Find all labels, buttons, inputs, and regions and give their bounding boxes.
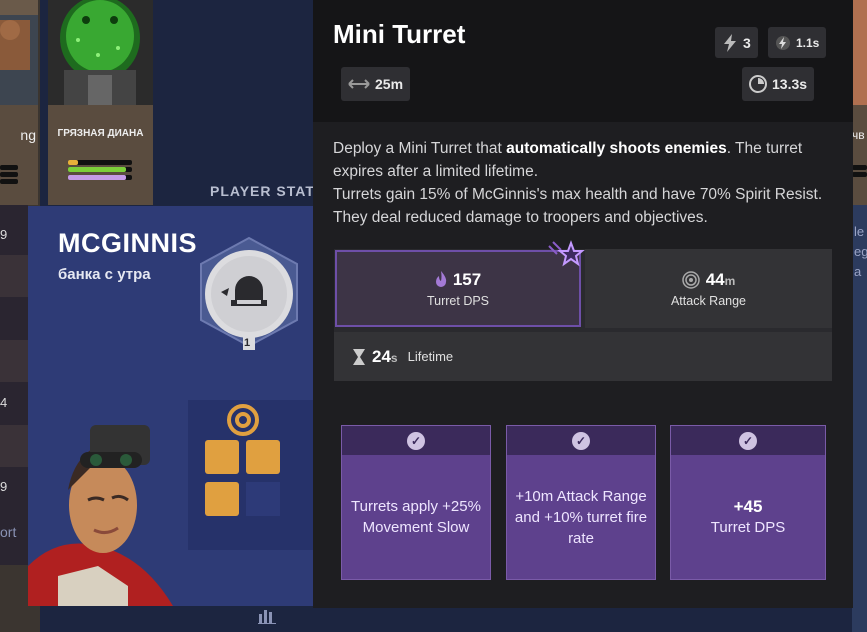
health-bar <box>852 172 867 177</box>
cooldown-icon <box>749 75 767 93</box>
scoreboard-row <box>0 425 28 467</box>
item-slot[interactable] <box>246 440 280 474</box>
item-slot[interactable] <box>205 482 239 516</box>
right-edge-text: le eg a <box>854 224 867 279</box>
stat-attack-range: 44m Attack Range <box>585 249 832 328</box>
stat-label: Turret DPS <box>426 293 490 308</box>
double-arrow-icon <box>348 79 370 89</box>
scoreboard-row <box>0 255 28 297</box>
upgrade-text: +45 Turret DPS <box>677 455 819 579</box>
description-text: Deploy a Mini Turret that <box>333 140 507 157</box>
spirit-bar-fill <box>68 175 126 180</box>
player-card-left[interactable]: ng <box>0 0 38 205</box>
tooltip-header: Mini Turret 3 1.1s 25m 13.3s <box>313 0 853 122</box>
spirit-bolt-icon <box>776 35 790 50</box>
range-badge: 25m <box>341 67 411 101</box>
description-text: Turrets gain 15% of McGinnis's max healt… <box>333 186 823 226</box>
check-icon: ✓ <box>572 431 590 450</box>
ability-level: 1 <box>244 337 251 349</box>
upgrade-header: ✓ <box>671 426 825 455</box>
ability-badge[interactable]: 1 <box>193 236 305 356</box>
scoreboard-label: ort <box>0 524 17 540</box>
health-bar <box>0 165 18 170</box>
stat-value: 44 <box>705 269 725 289</box>
cooldown-value: 13.3s <box>772 76 808 92</box>
stat-lifetime: 24s Lifetime <box>334 332 832 381</box>
upgrade-header: ✓ <box>507 426 655 455</box>
upgrade-tier-2[interactable]: ✓ +10m Attack Range and +10% turret fire… <box>506 425 656 580</box>
items-panel <box>188 400 316 550</box>
check-icon: ✓ <box>739 431 757 450</box>
hourglass-icon <box>353 348 365 365</box>
ability-title: Mini Turret <box>333 19 466 49</box>
item-slot[interactable] <box>205 440 239 474</box>
lightning-icon <box>724 33 736 52</box>
hero-name: MCGINNIS <box>58 228 197 258</box>
target-icon <box>227 404 259 436</box>
description-emphasis: automatically shoots enemies <box>506 140 727 157</box>
upgrade-tier-1[interactable]: ✓ Turrets apply +25% Movement Slow <box>341 425 491 580</box>
player-card-right[interactable]: чв <box>852 0 867 205</box>
stats-bars-icon[interactable] <box>258 608 276 629</box>
health-bar-fill <box>68 167 126 172</box>
hero-subtitle: банка с утра <box>58 266 151 283</box>
stat-unit: m <box>724 273 736 288</box>
upgrade-text: +10m Attack Range and +10% turret fire r… <box>514 487 648 547</box>
player-portrait <box>48 0 153 105</box>
health-bar <box>0 179 18 184</box>
player-card-name: ng <box>20 127 36 143</box>
stat-unit: s <box>390 350 398 365</box>
hero-portrait <box>28 420 173 606</box>
ability-description: Deploy a Mini Turret that automatically … <box>333 137 833 229</box>
star-icon <box>548 240 585 267</box>
upgrade-value: +45 <box>733 497 763 516</box>
scoreboard-value: 9 <box>0 479 8 494</box>
upgrade-text: Turrets apply +25% Movement Slow <box>351 498 481 536</box>
charges-badge: 3 <box>715 27 758 58</box>
stat-value: 157 <box>452 269 482 289</box>
charge-cooldown-value: 1.1s <box>796 35 820 50</box>
health-bar <box>0 172 18 177</box>
player-card-name: ГРЯЗНАЯ ДИАНА <box>57 128 144 139</box>
range-value: 25m <box>375 76 404 92</box>
health-bar <box>852 165 867 170</box>
player-stats-header: PLAYER STAT <box>210 183 315 199</box>
stat-label: Attack Range <box>670 293 747 308</box>
upgrade-tier-3[interactable]: ✓ +45 Turret DPS <box>670 425 826 580</box>
check-icon: ✓ <box>407 431 425 450</box>
stat-turret-dps: 157 Turret DPS <box>335 250 581 327</box>
player-card-name: чв <box>852 128 865 142</box>
player-portrait <box>852 0 867 105</box>
stat-label: Lifetime <box>407 349 454 364</box>
upgrade-label: Turret DPS <box>710 519 786 536</box>
scoreboard-value: 4 <box>0 395 8 410</box>
charge-cooldown-badge: 1.1s <box>768 27 827 58</box>
scoreboard-row <box>0 340 28 382</box>
cooldown-badge: 13.3s <box>742 67 815 101</box>
health-bar-fill <box>68 160 78 165</box>
target-icon <box>681 270 700 289</box>
ability-tooltip: Mini Turret 3 1.1s 25m 13.3s Deploy a Mi… <box>313 0 853 608</box>
charges-value: 3 <box>743 34 751 51</box>
scoreboard-column: 9 4 9 <box>0 205 28 565</box>
player-card-diana[interactable]: ГРЯЗНАЯ ДИАНА <box>48 0 153 205</box>
spirit-flame-icon <box>435 270 446 287</box>
player-portrait <box>0 0 38 105</box>
item-slot-empty[interactable] <box>246 482 280 516</box>
upgrade-header: ✓ <box>342 426 490 455</box>
stat-value: 24 <box>372 346 391 366</box>
scoreboard-value: 9 <box>0 227 8 242</box>
